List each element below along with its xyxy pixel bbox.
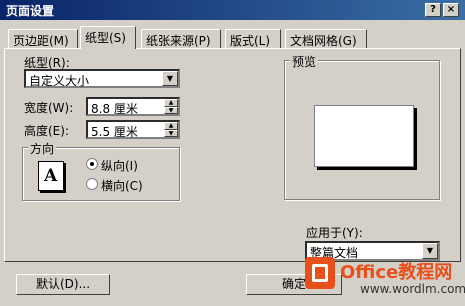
window-title: 页面设置 bbox=[6, 4, 55, 18]
landscape-label[interactable]: 横向(C) bbox=[101, 177, 143, 194]
height-label: 高度(E): bbox=[24, 124, 69, 138]
portrait-radio[interactable] bbox=[86, 158, 98, 170]
spin-up-icon[interactable]: ▲ bbox=[164, 122, 178, 130]
paper-size-select[interactable]: 自定义大小 ▼ bbox=[24, 69, 180, 88]
title-bar: 页面设置 ? × bbox=[0, 0, 465, 20]
paper-size-value: 自定义大小 bbox=[29, 74, 90, 88]
tab-document-grid[interactable]: 文档网格(G) bbox=[285, 29, 367, 48]
spin-down-icon[interactable]: ▼ bbox=[164, 106, 178, 114]
portrait-label[interactable]: 纵向(I) bbox=[101, 157, 138, 174]
tab-paper-size[interactable]: 纸型(S) bbox=[80, 26, 136, 49]
width-value: 8.8 厘米 bbox=[91, 102, 138, 116]
apply-to-label: 应用于(Y): bbox=[306, 226, 363, 240]
preview-label: 预览 bbox=[290, 53, 319, 70]
preview-page bbox=[314, 105, 414, 167]
watermark-brand: Office教程网 bbox=[340, 262, 453, 283]
close-button[interactable]: × bbox=[443, 3, 459, 17]
spin-up-icon[interactable]: ▲ bbox=[164, 99, 178, 107]
width-spinner[interactable]: 8.8 厘米 ▲ ▼ bbox=[86, 97, 180, 116]
watermark-url: www.wordlm.com bbox=[360, 282, 465, 296]
tab-paper-source[interactable]: 纸张来源(P) bbox=[141, 29, 221, 48]
help-button[interactable]: ? bbox=[425, 3, 441, 17]
chevron-down-icon[interactable]: ▼ bbox=[422, 243, 438, 259]
spin-down-icon[interactable]: ▼ bbox=[164, 129, 178, 137]
tab-layout[interactable]: 版式(L) bbox=[225, 29, 281, 48]
width-label: 宽度(W): bbox=[24, 101, 74, 115]
orientation-icon-letter: A bbox=[44, 166, 58, 186]
office-logo-icon bbox=[305, 257, 335, 289]
height-value: 5.5 厘米 bbox=[91, 125, 138, 139]
portrait-page-icon: A bbox=[38, 161, 64, 191]
tab-margins[interactable]: 页边距(M) bbox=[8, 29, 78, 48]
landscape-radio[interactable] bbox=[86, 178, 98, 190]
default-button[interactable]: 默认(D)... bbox=[16, 274, 110, 295]
height-spinner[interactable]: 5.5 厘米 ▲ ▼ bbox=[86, 120, 180, 139]
orientation-label: 方向 bbox=[28, 140, 57, 157]
chevron-down-icon[interactable]: ▼ bbox=[162, 71, 178, 86]
